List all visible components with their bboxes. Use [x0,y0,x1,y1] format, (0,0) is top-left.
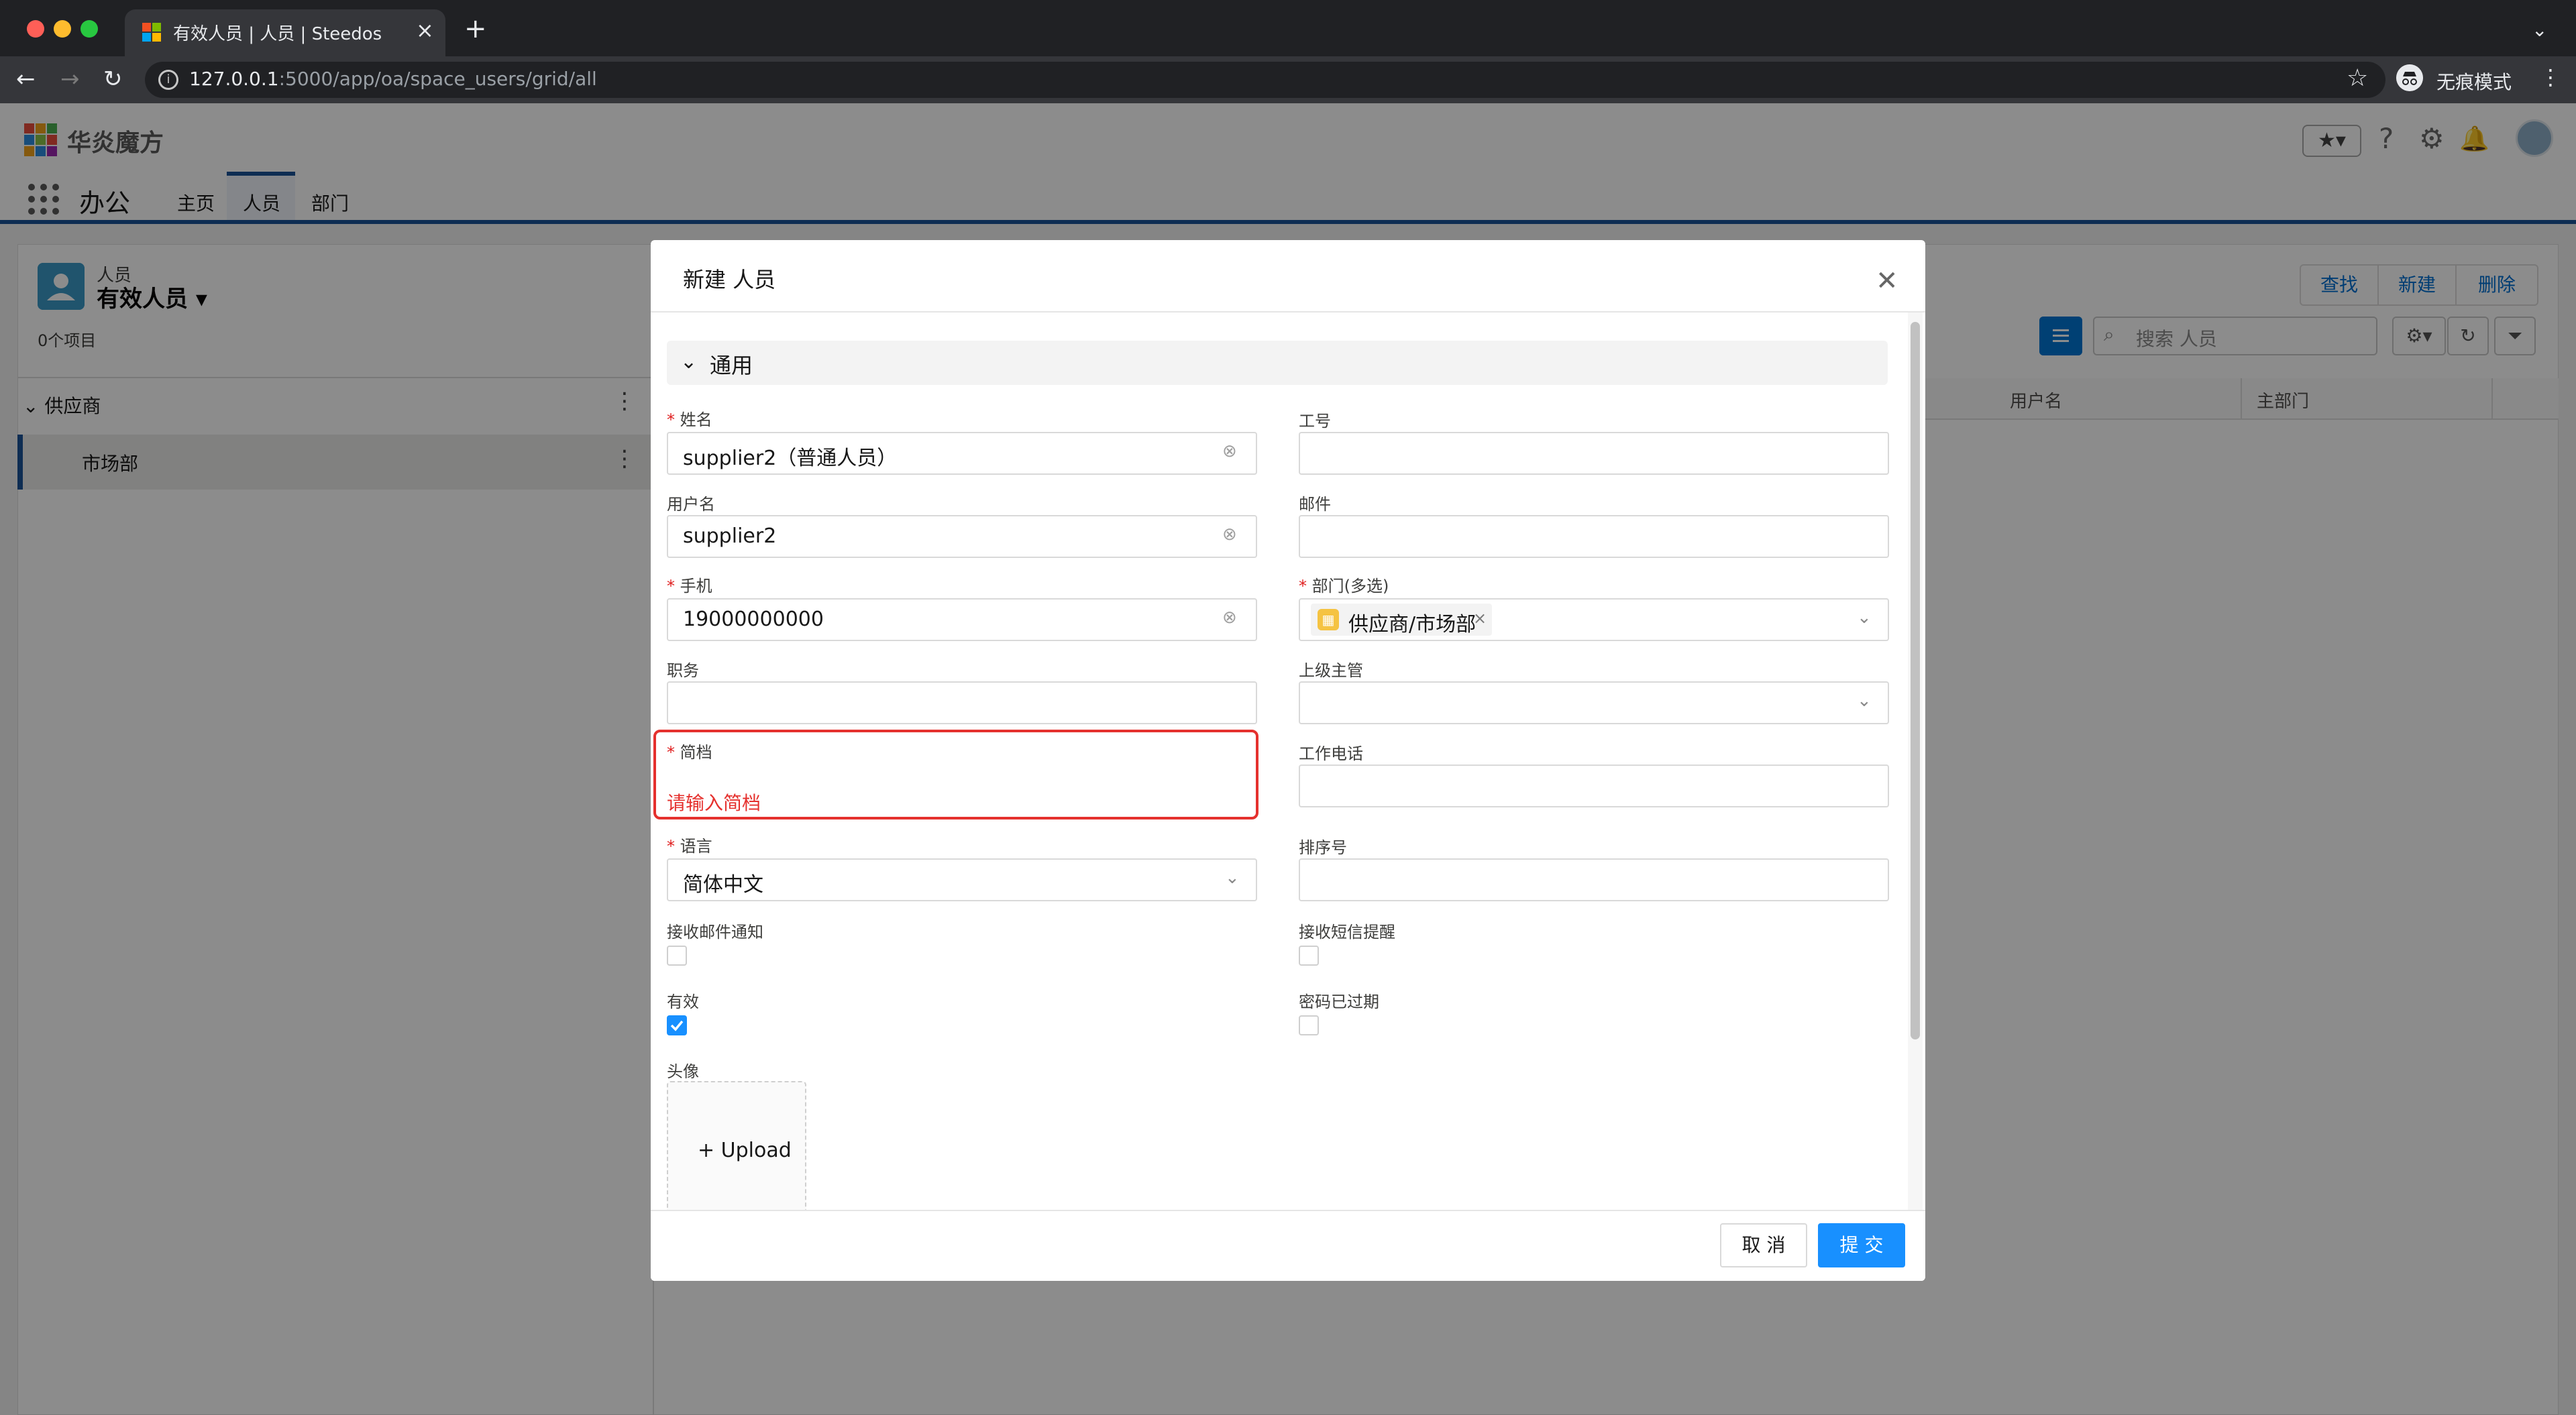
section-title: 通用 [710,353,753,378]
chevron-down-icon: ⌄ [1857,608,1872,628]
clear-icon[interactable]: ⊗ [1222,524,1237,545]
profile-error-message: 请输入简档 [667,792,761,814]
field-label-username: 用户名 [667,495,715,514]
field-label-employee-no: 工号 [1299,412,1331,431]
field-label-mobile: * 手机 [667,573,712,596]
work-phone-input[interactable] [1299,765,1889,807]
field-label-sms-notify: 接收短信提醒 [1299,923,1395,942]
url-path: :5000/app/oa/space_users/grid/all [278,68,597,90]
name-value: supplier2（普通人员） [683,447,898,470]
divider [651,1210,1925,1211]
chevron-down-icon: ⌄ [1857,691,1872,711]
field-label-department: * 部门(多选) [1299,573,1389,596]
tag-remove-icon[interactable]: × [1473,609,1487,628]
info-icon[interactable]: i [158,70,178,90]
favicon-icon [142,23,161,42]
employee-no-input[interactable] [1299,432,1889,475]
upload-label: + Upload [698,1139,792,1162]
tab-list-chevron-icon[interactable]: ⌄ [2532,19,2547,41]
minimize-window-button[interactable] [54,20,71,38]
field-label-avatar: 头像 [667,1062,699,1081]
reload-icon[interactable]: ↻ [103,66,123,93]
url-text[interactable]: 127.0.0.1:5000/app/oa/space_users/grid/a… [189,68,597,90]
cancel-button[interactable]: 取 消 [1720,1223,1807,1267]
field-label-position: 职务 [667,661,699,680]
required-mark: * [667,743,680,762]
email-notify-checkbox[interactable] [667,946,687,966]
label-text: 姓名 [680,410,712,429]
scrollbar-thumb[interactable] [1911,322,1920,1039]
position-input[interactable] [667,681,1257,724]
chevron-down-icon[interactable]: ⌄ [680,350,697,374]
required-mark: * [1299,577,1312,596]
field-label-active: 有效 [667,993,699,1011]
label-text: 手机 [680,577,712,596]
label-text: 部门(多选) [1311,577,1389,596]
field-label-email-notify: 接收邮件通知 [667,923,763,942]
field-label-language: * 语言 [667,833,712,856]
forward-arrow-icon[interactable]: → [60,66,80,93]
modal-title: 新建 人员 [683,267,776,292]
manager-select[interactable] [1299,681,1889,724]
chevron-down-icon: ⌄ [1225,868,1240,888]
incognito-icon[interactable] [2396,64,2423,91]
tab-title: 有效人员 | 人员 | Steedos [173,24,382,44]
department-tag-icon: ▦ [1318,609,1339,630]
required-mark: * [667,577,680,596]
required-mark: * [667,410,680,429]
field-label-email: 邮件 [1299,495,1331,514]
section-header-general[interactable] [667,341,1888,385]
field-label-manager: 上级主管 [1299,661,1363,680]
email-input[interactable] [1299,515,1889,558]
submit-button[interactable]: 提 交 [1818,1223,1905,1267]
bookmark-star-icon[interactable]: ☆ [2347,64,2368,92]
url-host: 127.0.0.1 [189,68,279,90]
browser-menu-icon[interactable]: ⋮ [2540,64,2561,90]
incognito-label: 无痕模式 [2436,71,2512,93]
label-text: 语言 [680,837,712,856]
field-label-work-phone: 工作电话 [1299,744,1363,763]
label-text: 简档 [680,743,712,762]
close-window-button[interactable] [27,20,44,38]
field-label-profile: * 简档 [667,739,712,762]
sms-notify-checkbox[interactable] [1299,946,1319,966]
department-tag-label: 供应商/市场部 [1348,613,1477,636]
sort-no-input[interactable] [1299,858,1889,901]
new-tab-button[interactable]: + [464,13,487,44]
language-value: 简体中文 [683,873,763,897]
field-label-name: * 姓名 [667,406,712,430]
tab-close-icon[interactable]: × [416,17,434,43]
clear-icon[interactable]: ⊗ [1222,608,1237,628]
username-value: supplier2 [683,524,777,548]
mobile-value: 19000000000 [683,608,824,631]
required-mark: * [667,837,680,856]
active-checkbox[interactable] [667,1015,687,1035]
field-label-password-expired: 密码已过期 [1299,993,1379,1011]
divider [651,311,1925,313]
field-label-sort-no: 排序号 [1299,838,1347,857]
maximize-window-button[interactable] [80,20,98,38]
password-expired-checkbox[interactable] [1299,1015,1319,1035]
close-icon[interactable]: ✕ [1876,266,1898,296]
clear-icon[interactable]: ⊗ [1222,441,1237,461]
back-arrow-icon[interactable]: ← [16,66,36,93]
